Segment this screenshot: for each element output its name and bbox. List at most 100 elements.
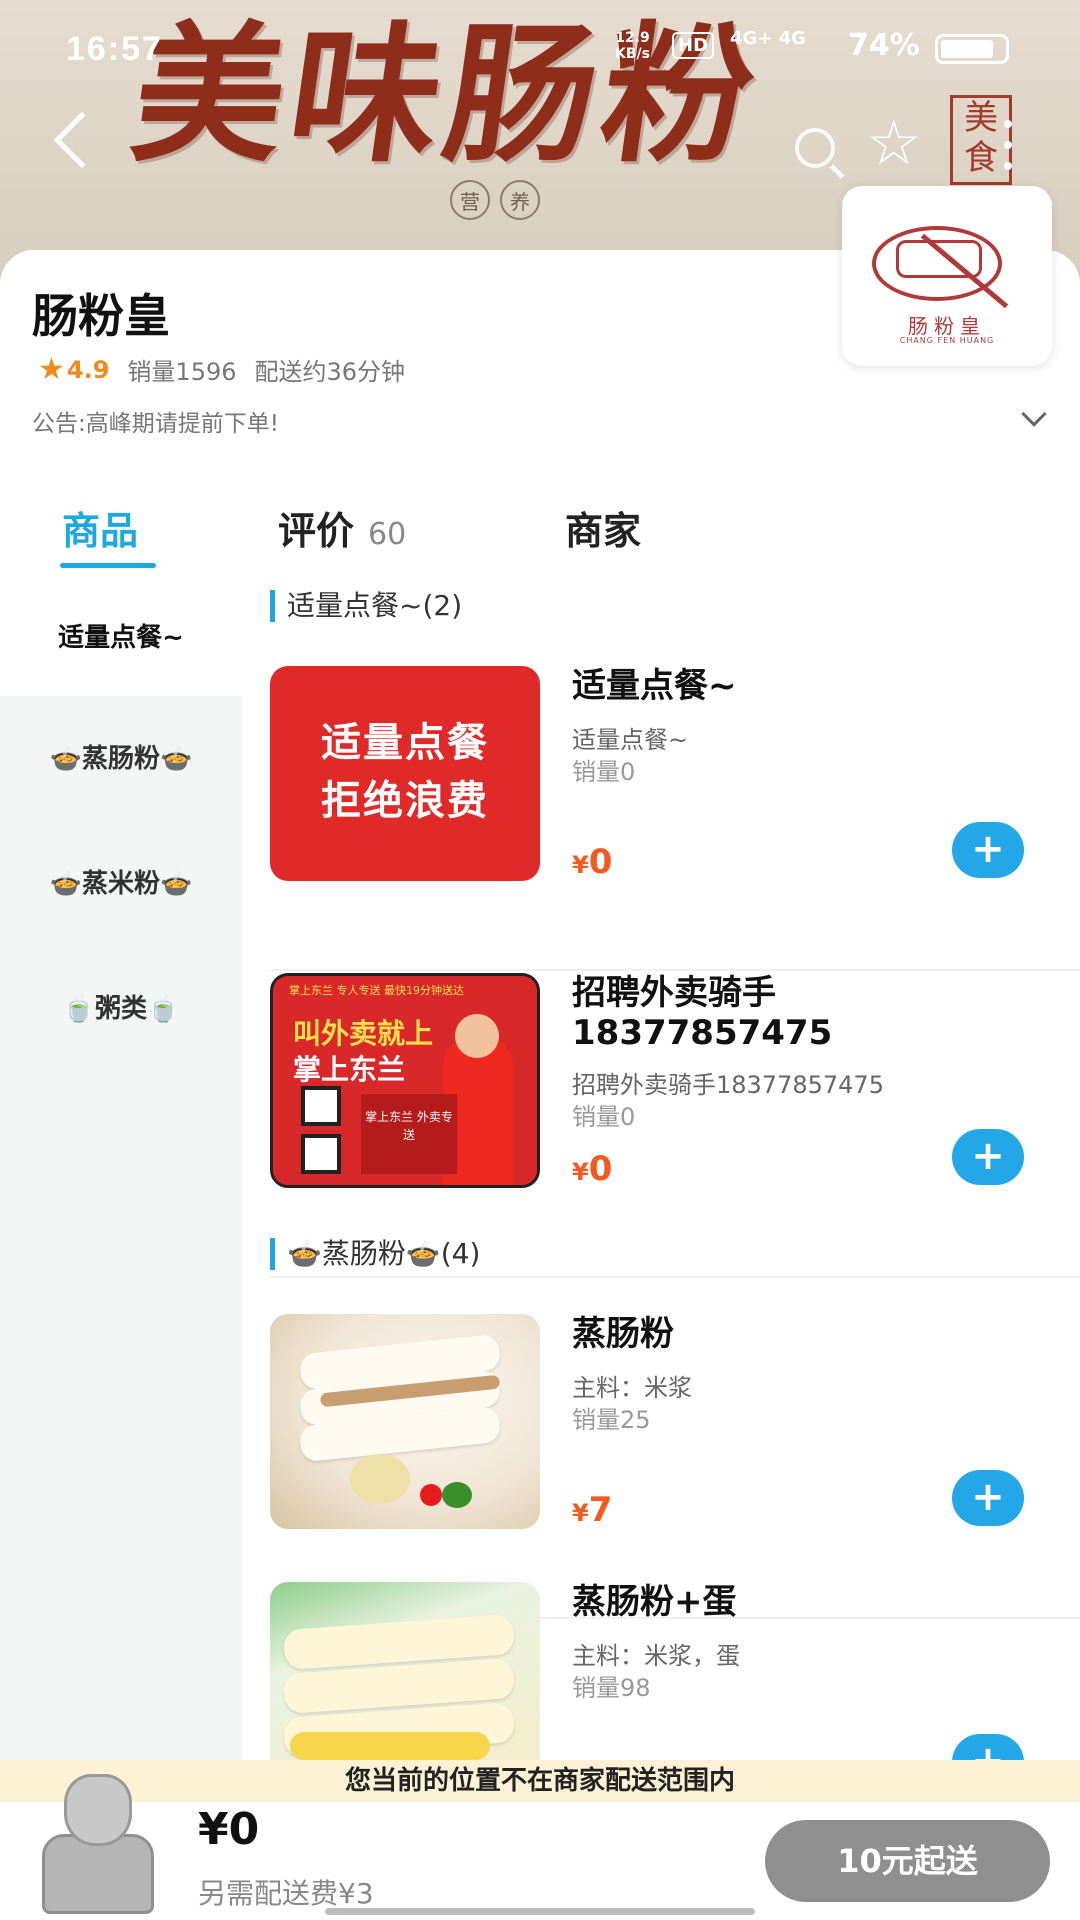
broccoli [442, 1482, 472, 1508]
product-desc: 适量点餐~ [572, 726, 689, 754]
cart-avatar-body [42, 1834, 154, 1914]
banner-subtitle: 营 养 [450, 180, 540, 220]
qr-code-icon [301, 1086, 341, 1126]
battery-percent: 74% [848, 28, 920, 63]
tab-reviews-count: 60 [368, 517, 407, 552]
tab-reviews-label: 评价 [278, 509, 355, 553]
pot-icon: 🍲 [160, 744, 193, 774]
add-to-cart-button[interactable]: + [952, 822, 1024, 878]
tab-reviews[interactable]: 评价 60 [278, 500, 406, 555]
sidebar-item-steamed-rice-noodle[interactable]: 🍲蒸米粉🍲 [0, 863, 242, 900]
banner-sub-left: 营 [450, 180, 490, 220]
shop-notice: 公告:高峰期请提前下单! [32, 411, 279, 437]
cart-icon[interactable] [36, 1774, 160, 1914]
price-currency: ¥ [572, 1158, 589, 1186]
price-value: 0 [588, 842, 613, 882]
product-price: ¥7 [572, 1490, 612, 1530]
shop-sales: 销量1596 [127, 358, 237, 386]
pot-icon: 🍲 [49, 744, 82, 774]
checkout-button[interactable]: 10元起送 [765, 1820, 1050, 1902]
network-speed-value: 12.9 [615, 30, 650, 46]
price-currency: ¥ [572, 851, 589, 879]
product-name: 招聘外卖骑手18377857475 [572, 973, 833, 1053]
tomato [420, 1484, 442, 1506]
network-speed: 12.9 KB/s [615, 30, 650, 62]
shop-logo: 肠粉皇 CHANG FEN HUANG [842, 186, 1052, 366]
price-currency: ¥ [572, 1499, 589, 1527]
battery-icon [935, 34, 1009, 64]
tab-goods[interactable]: 商品 [62, 500, 138, 555]
category-sidebar: 适量点餐~ 🍲蒸肠粉🍲 🍲蒸米粉🍲 🍵粥类🍵 [0, 580, 242, 1760]
product-item[interactable]: 蒸肠粉 主料：米浆 销量25 ¥7 + [242, 1314, 1080, 1619]
divider [270, 1276, 1080, 1278]
delivery-fee: 另需配送费¥3 [198, 1877, 374, 1910]
recruit-line1: 叫外卖就上 [293, 1017, 434, 1050]
product-name: 蒸肠粉 [572, 1314, 674, 1354]
more-icon[interactable] [1004, 120, 1012, 170]
sidebar-item-label: 适量点餐~ [58, 623, 184, 653]
pot-icon: 🍲 [160, 869, 193, 899]
hd-icon: HD [672, 32, 715, 59]
recruit-line2: 掌上东兰 [293, 1053, 406, 1086]
product-desc: 招聘外卖骑手18377857475 [572, 1071, 884, 1099]
banner-sub-right: 养 [500, 180, 540, 220]
product-desc: 主料：米浆，蛋 [572, 1642, 740, 1670]
product-image-line2: 拒绝浪费 [321, 778, 489, 824]
add-to-cart-button[interactable]: + [952, 1129, 1024, 1185]
sidebar-item-portion[interactable]: 适量点餐~ [0, 580, 242, 696]
section-header: 🍲蒸肠粉🍲(4) [270, 1238, 480, 1270]
product-item[interactable]: 蒸肠粉+蛋 主料：米浆，蛋 销量98 + [242, 1582, 1080, 1760]
delivery-range-notice: 您当前的位置不在商家配送范围内 [0, 1760, 1080, 1802]
rating-value: 4.9 [66, 355, 110, 384]
egg [290, 1732, 490, 1760]
add-to-cart-button[interactable]: + [952, 1470, 1024, 1526]
courier-head [455, 1014, 499, 1058]
sidebar-item-label: 蒸米粉 [81, 869, 160, 899]
network-speed-unit: KB/s [615, 46, 650, 62]
product-name: 适量点餐~ [572, 666, 737, 706]
product-image [270, 1582, 540, 1760]
signal-icon: 4G+ 4G [730, 28, 806, 49]
price-value: 0 [588, 1149, 613, 1189]
logo-name: 肠粉皇 [908, 314, 986, 338]
rating-star-icon: ★ [38, 352, 65, 387]
pot-icon: 🍲 [49, 869, 82, 899]
product-desc: 主料：米浆 [572, 1374, 692, 1402]
home-indicator[interactable] [325, 1908, 755, 1915]
add-to-cart-button[interactable]: + [952, 1734, 1024, 1760]
tab-merchant[interactable]: 商家 [565, 500, 641, 555]
product-sales: 销量0 [572, 758, 636, 786]
product-image: 适量点餐 拒绝浪费 [270, 666, 540, 881]
delivery-box: 掌上东兰 外卖专送 [361, 1094, 457, 1174]
shop-name: 肠粉皇 [32, 289, 170, 343]
tab-active-indicator [60, 563, 156, 568]
product-image: 掌上东兰 专人专送 最快19分钟送达 叫外卖就上 掌上东兰 掌上东兰 外卖专送 [270, 973, 540, 1188]
garlic [350, 1454, 410, 1504]
price-value: 7 [588, 1490, 613, 1530]
sidebar-item-congee[interactable]: 🍵粥类🍵 [0, 988, 242, 1025]
status-bar: 16:57 12.9 KB/s HD 4G+ 4G 74% [0, 22, 1080, 74]
tea-cup-icon: 🍵 [147, 994, 180, 1024]
cart-total: ¥0 [198, 1804, 260, 1855]
tea-cup-icon: 🍵 [62, 994, 95, 1024]
product-sales: 销量98 [572, 1674, 651, 1702]
qr-code-icon [301, 1134, 341, 1174]
logo-en: CHANG FEN HUANG [899, 336, 995, 345]
sidebar-item-label: 蒸肠粉 [81, 744, 160, 774]
search-icon[interactable] [795, 128, 835, 168]
product-item[interactable]: 适量点餐 拒绝浪费 适量点餐~ 适量点餐~ 销量0 ¥0 + [242, 666, 1080, 971]
cart-avatar-face [64, 1774, 132, 1846]
cart-bar: ¥0 另需配送费¥3 10元起送 [0, 1774, 1080, 1920]
section-header: 适量点餐~(2) [270, 590, 462, 622]
favorite-star-icon[interactable]: ☆ [866, 112, 922, 174]
banner-seal: 美食 [950, 95, 1012, 185]
delivery-time: 配送约36分钟 [254, 358, 406, 386]
product-sales: 销量25 [572, 1406, 651, 1434]
product-name: 蒸肠粉+蛋 [572, 1582, 737, 1622]
product-price: ¥0 [572, 1149, 612, 1189]
shop-stats: ★ 4.9 销量1596 配送约36分钟 [38, 352, 405, 387]
divider [270, 969, 1080, 971]
product-item[interactable]: 掌上东兰 专人专送 最快19分钟送达 叫外卖就上 掌上东兰 掌上东兰 外卖专送 … [242, 973, 1080, 1278]
product-image-line1: 适量点餐 [321, 720, 489, 766]
sidebar-item-steamed-rice-roll[interactable]: 🍲蒸肠粉🍲 [0, 738, 242, 775]
